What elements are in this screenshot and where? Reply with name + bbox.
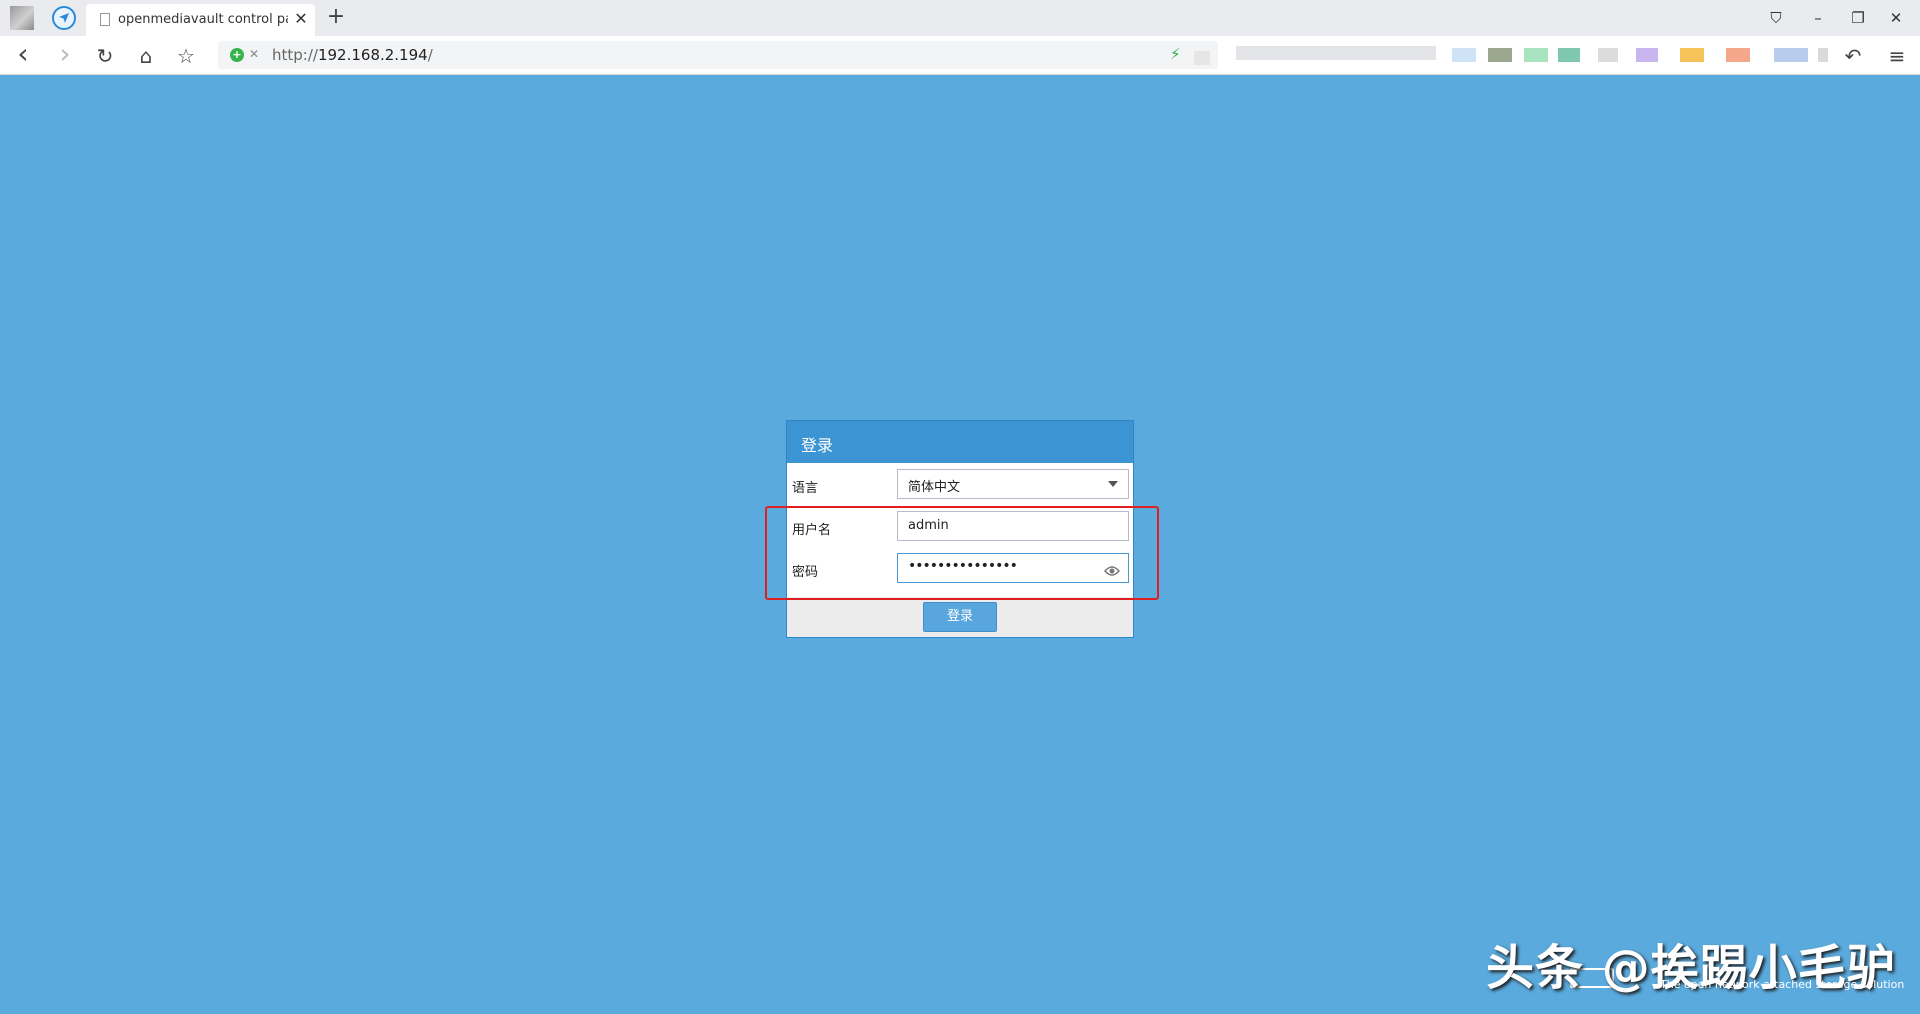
tab-close-button[interactable]: ✕	[292, 10, 310, 28]
bookmark-star-icon[interactable]: ☆	[173, 43, 199, 69]
new-tab-button[interactable]: +	[324, 6, 348, 30]
tab-openmediavault[interactable]: openmediavault control panel ✕	[86, 4, 315, 36]
url-text: http://192.168.2.194/	[272, 46, 433, 64]
extension-icon[interactable]	[1726, 48, 1750, 62]
pin-icon[interactable]: ⛉	[1764, 6, 1788, 30]
browser-toolbar: ‹ › ↻ ⌂ ☆ + ✕ http://192.168.2.194/ ⚡ ↶ …	[0, 36, 1920, 74]
address-bar[interactable]: + ✕ http://192.168.2.194/ ⚡	[218, 41, 1218, 69]
chevron-down-icon[interactable]	[1108, 481, 1118, 487]
speed-mode-icon[interactable]: ⚡	[1170, 45, 1181, 63]
minimize-button[interactable]: –	[1806, 6, 1830, 30]
page-icon	[100, 13, 110, 26]
tab-title: openmediavault control panel	[118, 12, 288, 27]
profile-avatar[interactable]	[10, 6, 34, 30]
blurred-extension-area	[1236, 46, 1436, 60]
extension-icon[interactable]	[1524, 48, 1548, 62]
undo-close-icon[interactable]: ↶	[1840, 43, 1866, 69]
tab-bar: openmediavault control panel ✕ + ⛉ – ❐ ✕	[0, 0, 1920, 36]
language-value: 简体中文	[908, 480, 961, 495]
login-title: 登录	[801, 436, 834, 455]
navigation-icon[interactable]	[52, 6, 76, 30]
extension-icon[interactable]	[1452, 48, 1476, 62]
camera-blocked-icon[interactable]: ✕	[249, 47, 259, 61]
language-select[interactable]: 简体中文	[897, 469, 1129, 499]
forward-icon[interactable]: ›	[52, 40, 78, 69]
extension-icon[interactable]	[1818, 48, 1828, 62]
back-icon[interactable]: ‹	[10, 40, 36, 69]
restore-button[interactable]: ❐	[1846, 6, 1870, 30]
home-icon[interactable]: ⌂	[133, 43, 159, 69]
menu-icon[interactable]: ≡	[1884, 43, 1910, 69]
security-shield-icon[interactable]: +	[230, 48, 244, 62]
extension-icon[interactable]	[1558, 48, 1580, 62]
login-header: 登录	[787, 421, 1133, 463]
login-button[interactable]: 登录	[923, 602, 997, 632]
extension-icon[interactable]	[1636, 48, 1658, 62]
extension-icon[interactable]	[1680, 48, 1704, 62]
omv-tagline: The open network attached storage soluti…	[1660, 978, 1905, 991]
extension-icon[interactable]	[1598, 48, 1618, 62]
browser-chrome: openmediavault control panel ✕ + ⛉ – ❐ ✕…	[0, 0, 1920, 75]
close-window-button[interactable]: ✕	[1884, 6, 1908, 30]
highlight-annotation	[765, 506, 1159, 600]
blurred-area	[1194, 51, 1210, 65]
reload-icon[interactable]: ↻	[92, 43, 118, 69]
language-label: 语言	[792, 481, 819, 496]
extension-icon[interactable]	[1488, 48, 1512, 62]
extension-icon[interactable]	[1774, 48, 1808, 62]
